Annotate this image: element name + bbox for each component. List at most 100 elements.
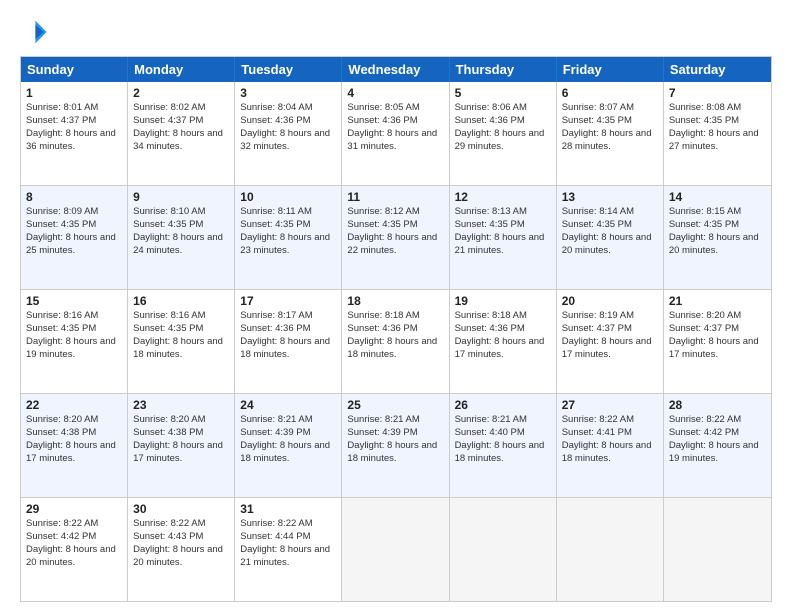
header-day-friday: Friday [557, 57, 664, 82]
day-cell-1: 1Sunrise: 8:01 AM Sunset: 4:37 PM Daylight… [21, 82, 128, 185]
sunrise-text: Sunrise: 8:16 AM [26, 310, 98, 321]
sunset-text: Sunset: 4:35 PM [347, 219, 417, 230]
day-cell-10: 10Sunrise: 8:11 AMSunset: 4:35 PMDayligh… [235, 186, 342, 289]
day-cell-6: 6Sunrise: 8:07 AMSunset: 4:35 PMDaylight… [557, 82, 664, 185]
sunset-text: Sunset: 4:35 PM [562, 219, 632, 230]
day-cell-25: 25Sunrise: 8:21 AM Sunset: 4:39 PM Dayligh… [342, 394, 449, 497]
day-cell-26: 26Sunrise: 8:21 AMSunset: 4:40 PMDayligh… [450, 394, 557, 497]
sunset-text: Sunset: 4:35 PM [26, 219, 96, 230]
day-cell-15: 15Sunrise: 8:16 AMSunset: 4:35 PMDayligh… [21, 290, 128, 393]
day-cell-24: 24Sunrise: 8:21 AMSunset: 4:39 PMDayligh… [235, 394, 342, 497]
day-number: 27 [562, 397, 658, 413]
sunset-text: Sunset: 4:39 PM [347, 427, 417, 438]
day-cell-13: 13Sunrise: 8:14 AMSunset: 4:35 PMDayligh… [557, 186, 664, 289]
day-cell-11: 11Sunrise: 8:12 AMSunset: 4:35 PMDayligh… [342, 186, 449, 289]
daylight-text: Daylight: 8 hours and 18 minutes. [347, 440, 437, 464]
daylight-text: Daylight: 8 hours and 18 minutes. [240, 336, 330, 360]
day-number: 1 [26, 85, 122, 101]
sunrise-text: Sunrise: 8:19 AM [562, 310, 634, 321]
daylight-text: Daylight: 8 hours and 18 minutes. [347, 336, 437, 360]
sunrise-text: Sunrise: 8:10 AM [133, 206, 205, 217]
day-cell-16: 16Sunrise: 8:16 AMSunset: 4:35 PMDayligh… [128, 290, 235, 393]
sunrise-text: Sunrise: 8:11 AM [240, 206, 312, 217]
sunrise-text: Sunrise: 8:16 AM [133, 310, 205, 321]
sunset-text: Sunset: 4:37 PM [669, 323, 739, 334]
daylight-text: Daylight: 8 hours and 19 minutes. [669, 440, 759, 464]
sunrise-text: Sunrise: 8:02 AM [133, 102, 205, 113]
day-number: 30 [133, 501, 229, 517]
day-cell-22: 22Sunrise: 8:20 AMSunset: 4:38 PMDayligh… [21, 394, 128, 497]
daylight-text: Daylight: 8 hours and 20 minutes. [562, 232, 652, 256]
daylight-text: Daylight: 8 hours and 20 minutes. [669, 232, 759, 256]
sunset-text: Sunset: 4:36 PM [455, 115, 525, 126]
day-number: 21 [669, 293, 766, 309]
day-cell-9: 9Sunrise: 8:10 AM Sunset: 4:35 PM Daylight… [128, 186, 235, 289]
day-number: 2 [133, 85, 229, 101]
sunrise-text: Sunrise: 8:22 AM [133, 518, 205, 529]
day-cell-18: 18Sunrise: 8:18 AMSunset: 4:36 PMDayligh… [342, 290, 449, 393]
sunrise-text: Sunrise: 8:09 AM [26, 206, 98, 217]
empty-cell [557, 498, 664, 601]
calendar-row-5: 29Sunrise: 8:22 AMSunset: 4:42 PMDayligh… [21, 497, 771, 601]
day-number: 9 [133, 189, 229, 205]
daylight-text: Daylight: 8 hours and 24 minutes. [133, 232, 223, 256]
daylight-text: Daylight: 8 hours and 17 minutes. [669, 336, 759, 360]
sunset-text: Sunset: 4:40 PM [455, 427, 525, 438]
day-cell-27: 27Sunrise: 8:22 AMSunset: 4:41 PMDayligh… [557, 394, 664, 497]
daylight-text: Daylight: 8 hours and 31 minutes. [347, 128, 437, 152]
day-number: 31 [240, 501, 336, 517]
sunrise-text: Sunrise: 8:20 AM [669, 310, 741, 321]
daylight-text: Daylight: 8 hours and 18 minutes. [240, 440, 330, 464]
sunset-text: Sunset: 4:35 PM [133, 219, 203, 230]
sunset-text: Sunset: 4:36 PM [455, 323, 525, 334]
sunrise-text: Sunrise: 8:17 AM [240, 310, 312, 321]
daylight-text: Daylight: 8 hours and 28 minutes. [562, 128, 652, 152]
calendar: SundayMondayTuesdayWednesdayThursdayFrid… [20, 56, 772, 602]
sunset-text: Sunset: 4:37 PM [26, 115, 96, 126]
header-day-monday: Monday [128, 57, 235, 82]
sunset-text: Sunset: 4:35 PM [240, 219, 310, 230]
day-cell-14: 14Sunrise: 8:15 AMSunset: 4:35 PMDayligh… [664, 186, 771, 289]
header-day-saturday: Saturday [664, 57, 771, 82]
sunset-text: Sunset: 4:37 PM [133, 115, 203, 126]
sunrise-text: Sunrise: 8:22 AM [669, 414, 741, 425]
day-number: 6 [562, 85, 658, 101]
day-number: 25 [347, 397, 443, 413]
daylight-text: Daylight: 8 hours and 23 minutes. [240, 232, 330, 256]
daylight-text: Daylight: 8 hours and 17 minutes. [133, 440, 223, 464]
day-cell-2: 2Sunrise: 8:02 AM Sunset: 4:37 PM Daylight… [128, 82, 235, 185]
sunrise-text: Sunrise: 8:01 AM [26, 102, 98, 113]
sunset-text: Sunset: 4:38 PM [26, 427, 96, 438]
sunset-text: Sunset: 4:35 PM [669, 219, 739, 230]
day-number: 23 [133, 397, 229, 413]
daylight-text: Daylight: 8 hours and 17 minutes. [562, 336, 652, 360]
logo [20, 18, 52, 46]
sunset-text: Sunset: 4:41 PM [562, 427, 632, 438]
sunset-text: Sunset: 4:38 PM [133, 427, 203, 438]
sunset-text: Sunset: 4:35 PM [26, 323, 96, 334]
header-day-sunday: Sunday [21, 57, 128, 82]
daylight-text: Daylight: 8 hours and 29 minutes. [455, 128, 545, 152]
sunset-text: Sunset: 4:43 PM [133, 531, 203, 542]
day-number: 11 [347, 189, 443, 205]
sunrise-text: Sunrise: 8:18 AM [455, 310, 527, 321]
day-number: 3 [240, 85, 336, 101]
sunset-text: Sunset: 4:44 PM [240, 531, 310, 542]
calendar-row-1: 1Sunrise: 8:01 AM Sunset: 4:37 PM Daylight… [21, 82, 771, 185]
sunset-text: Sunset: 4:36 PM [347, 115, 417, 126]
sunset-text: Sunset: 4:39 PM [240, 427, 310, 438]
sunrise-text: Sunrise: 8:21 AM [347, 414, 419, 425]
sunset-text: Sunset: 4:36 PM [240, 323, 310, 334]
sunrise-text: Sunrise: 8:18 AM [347, 310, 419, 321]
day-cell-29: 29Sunrise: 8:22 AMSunset: 4:42 PMDayligh… [21, 498, 128, 601]
day-cell-19: 19Sunrise: 8:18 AMSunset: 4:36 PMDayligh… [450, 290, 557, 393]
daylight-text: Daylight: 8 hours and 36 minutes. [26, 128, 116, 152]
sunrise-text: Sunrise: 8:12 AM [347, 206, 419, 217]
daylight-text: Daylight: 8 hours and 18 minutes. [455, 440, 545, 464]
day-cell-20: 20Sunrise: 8:19 AMSunset: 4:37 PMDayligh… [557, 290, 664, 393]
header-day-thursday: Thursday [450, 57, 557, 82]
daylight-text: Daylight: 8 hours and 34 minutes. [133, 128, 223, 152]
daylight-text: Daylight: 8 hours and 18 minutes. [133, 336, 223, 360]
daylight-text: Daylight: 8 hours and 20 minutes. [26, 544, 116, 568]
sunset-text: Sunset: 4:42 PM [26, 531, 96, 542]
